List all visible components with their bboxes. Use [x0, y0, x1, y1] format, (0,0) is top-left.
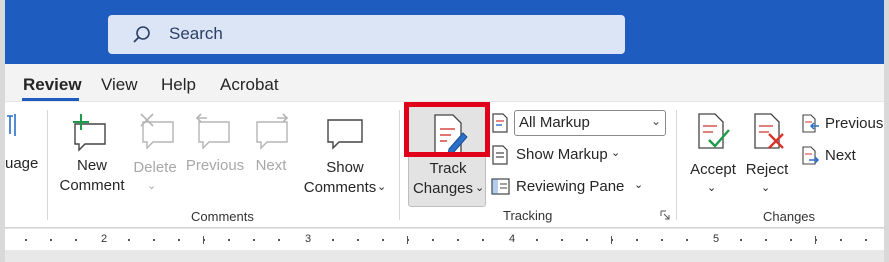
search-placeholder: Search [169, 24, 223, 43]
changes-group-label: Changes [763, 209, 816, 224]
next-comment-label: Next [255, 157, 287, 174]
ruler-number: 2 [101, 233, 108, 245]
ruler-number: 4 [509, 233, 516, 245]
ruler-ticks [25, 236, 867, 244]
reject-label: Reject [745, 161, 789, 178]
reviewing-pane-button[interactable]: Reviewing Pane ⌄ [491, 174, 649, 200]
show-markup-label: Show Markup [516, 146, 608, 163]
next-change-button[interactable]: Next [801, 144, 871, 168]
previous-comment-icon [195, 113, 230, 150]
previous-comment-label: Previous [185, 157, 245, 174]
group-separator [47, 110, 48, 220]
horizontal-ruler[interactable]: 2 3 4 5 [5, 228, 884, 250]
show-markup-icon [492, 145, 508, 165]
previous-change-button[interactable]: Previous [801, 112, 883, 136]
reject-button[interactable]: Reject ⌄ [743, 108, 791, 198]
show-comments-label-1: Show [326, 159, 364, 176]
reviewing-pane-label: Reviewing Pane [516, 178, 625, 195]
chevron-down-icon: ⌄ [650, 114, 661, 128]
red-highlight-box [404, 102, 490, 157]
delete-dropdown-chevron: ⌄ [147, 180, 157, 192]
reject-icon [754, 113, 784, 149]
track-changes-label-2: Changes [412, 180, 474, 197]
accept-button[interactable]: Accept ⌄ [685, 108, 741, 198]
accept-icon [698, 113, 730, 149]
delete-comment-button[interactable]: Delete ⌄ [133, 108, 183, 198]
delete-comment-icon [140, 113, 174, 150]
delete-label: Delete [133, 159, 177, 176]
display-for-review-icon [492, 113, 508, 133]
show-comments-label-2: Comments [303, 179, 377, 196]
show-markup-chevron: ⌄ [611, 147, 621, 159]
ruler-number: 3 [305, 233, 312, 245]
search-box[interactable]: Search [108, 15, 625, 54]
previous-change-label: Previous [825, 115, 884, 132]
next-change-icon [802, 146, 820, 165]
next-change-label: Next [825, 147, 856, 164]
reviewing-pane-chevron: ⌄ [634, 179, 644, 191]
accept-label: Accept [690, 161, 736, 178]
next-comment-icon [256, 113, 289, 150]
ribbon: uage New Comment Delete ⌄ Previous Next … [5, 101, 884, 228]
track-changes-chevron: ⌄ [475, 182, 485, 194]
next-comment-button[interactable]: Next [249, 108, 293, 198]
title-bar: Search [5, 0, 884, 64]
tab-help[interactable]: Help [161, 75, 196, 95]
markup-select-value: All Markup [519, 114, 590, 131]
new-comment-button[interactable]: New Comment [55, 108, 125, 198]
comments-group-label: Comments [191, 209, 254, 224]
tracking-group-label: Tracking [503, 208, 553, 223]
reject-chevron: ⌄ [761, 182, 771, 194]
show-comments-chevron: ⌄ [377, 181, 387, 193]
new-comment-label-1: New [76, 157, 107, 174]
show-markup-button[interactable]: Show Markup ⌄ [491, 142, 621, 168]
tab-view[interactable]: View [101, 75, 138, 95]
word-window: Search Review View Help Acrobat uage New… [5, 0, 884, 262]
reviewing-pane-icon [491, 178, 510, 195]
ribbon-tabs: Review View Help Acrobat [5, 64, 884, 102]
previous-comment-button[interactable]: Previous [185, 108, 245, 198]
dialog-launcher-icon[interactable] [660, 210, 670, 220]
track-changes-label-1: Track [429, 160, 467, 177]
group-separator [676, 110, 677, 220]
previous-change-icon [802, 114, 819, 133]
new-comment-label-2: Comment [59, 177, 125, 194]
document-area [5, 250, 884, 262]
language-button-label[interactable]: uage [5, 154, 38, 174]
accept-chevron: ⌄ [707, 182, 717, 194]
new-comment-icon [73, 114, 106, 152]
tab-acrobat[interactable]: Acrobat [220, 75, 279, 95]
search-icon [133, 26, 150, 43]
show-comments-icon [327, 119, 363, 150]
markup-select[interactable]: All Markup ⌄ [514, 110, 666, 136]
show-comments-button[interactable]: Show Comments ⌄ [299, 108, 389, 198]
tab-review[interactable]: Review [23, 75, 82, 95]
language-icon [7, 114, 16, 136]
ruler-number: 5 [713, 233, 720, 245]
group-separator [399, 110, 400, 220]
